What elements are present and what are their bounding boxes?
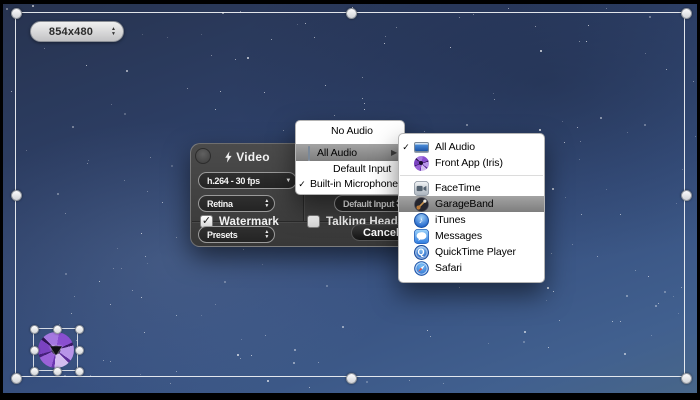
submenu-item-facetime[interactable]: FaceTime <box>399 180 544 196</box>
codec-popup[interactable]: h.264 - 30 fps ▼ <box>198 172 297 189</box>
dropdown-arrow-icon: ▼ <box>285 178 291 184</box>
submenu-arrow-icon: ▶ <box>391 148 397 157</box>
capture-size-value: 854x480 <box>31 26 111 38</box>
menu-item-no-audio[interactable]: No Audio <box>296 123 404 139</box>
quicktime-q-glyph: Q <box>418 247 425 257</box>
submenu-item-all-audio[interactable]: ✓ All Audio <box>399 139 544 155</box>
menu-separator <box>400 175 543 176</box>
talking-head-checkbox[interactable] <box>307 215 320 228</box>
facetime-icon <box>413 180 429 196</box>
audio-input-value: Default Input <box>343 199 395 209</box>
resolution-popup[interactable]: Retina ▲ ▼ <box>198 195 275 212</box>
stepper-down-icon: ▼ <box>111 32 116 37</box>
music-note-glyph: ♪ <box>419 215 423 225</box>
selection-handle-e[interactable] <box>681 190 692 201</box>
quicktime-icon: Q <box>413 244 429 260</box>
submenu-item-label: All Audio <box>435 141 475 153</box>
audio-source-menu: No Audio All Audio ▶ Default Input ✓ Bui… <box>295 120 405 195</box>
selection-handle-s[interactable] <box>346 373 357 384</box>
messages-icon <box>413 228 429 244</box>
submenu-item-quicktime[interactable]: Q QuickTime Player <box>399 244 544 260</box>
stepper-icon: ▲ ▼ <box>264 199 269 208</box>
submenu-item-garageband[interactable]: GarageBand <box>399 196 544 212</box>
cancel-label: Cancel <box>363 227 399 239</box>
capture-size-control[interactable]: 854x480 ▲ ▼ <box>30 21 124 42</box>
safari-icon <box>413 260 429 276</box>
submenu-item-label: GarageBand <box>435 198 494 210</box>
panel-title: Video <box>197 150 297 164</box>
stepper-icon: ▲ ▼ <box>264 230 269 239</box>
checkmark-icon: ✓ <box>296 179 308 190</box>
icon-handle-e[interactable] <box>75 346 84 355</box>
presets-value: Presets <box>207 230 264 240</box>
codec-value: h.264 - 30 fps <box>207 176 285 186</box>
submenu-item-itunes[interactable]: ♪ iTunes <box>399 212 544 228</box>
selection-handle-sw[interactable] <box>11 373 22 384</box>
display-icon <box>413 139 429 155</box>
selection-handle-se[interactable] <box>681 373 692 384</box>
submenu-item-label: FaceTime <box>435 182 481 194</box>
submenu-item-label: Safari <box>435 262 462 274</box>
selection-handle-nw[interactable] <box>11 8 22 19</box>
submenu-item-label: QuickTime Player <box>435 246 516 258</box>
presets-popup[interactable]: Presets ▲ ▼ <box>198 226 275 243</box>
menu-item-default-input[interactable]: Default Input <box>296 161 404 176</box>
stepper-down-icon: ▼ <box>264 204 269 209</box>
screen-recorder-ui: 854x480 ▲ ▼ Video h.264 - 30 fps ▼ Retin… <box>0 0 700 400</box>
submenu-item-front-app[interactable]: Front App (Iris) <box>399 155 544 171</box>
icon-handle-ne[interactable] <box>75 325 84 334</box>
menu-item-label: All Audio <box>317 147 357 159</box>
menu-item-all-audio[interactable]: All Audio ▶ <box>296 144 404 161</box>
play-triangle-icon <box>50 346 62 355</box>
icon-handle-se[interactable] <box>75 367 84 376</box>
size-stepper[interactable]: ▲ ▼ <box>111 27 116 36</box>
watermark-selection-box[interactable] <box>33 328 78 371</box>
lightning-icon <box>224 151 232 163</box>
submenu-item-label: Front App (Iris) <box>435 157 503 169</box>
all-audio-submenu: ✓ All Audio Front App (Iris) FaceTime <box>398 133 545 283</box>
menu-item-label: Default Input <box>333 163 391 175</box>
iris-app-icon <box>413 155 429 171</box>
menu-item-label: Built-in Microphone <box>310 178 398 190</box>
menu-item-builtin-mic[interactable]: ✓ Built-in Microphone <box>296 176 404 192</box>
icon-handle-s[interactable] <box>53 367 62 376</box>
display-icon <box>308 147 310 159</box>
icon-handle-w[interactable] <box>30 346 39 355</box>
checkmark-icon: ✓ <box>399 142 413 153</box>
audio-input-popup[interactable]: Default Input ▲ ▼ <box>334 195 406 212</box>
menu-item-label: No Audio <box>331 125 373 137</box>
panel-title-label: Video <box>236 150 269 164</box>
garageband-icon <box>413 196 429 212</box>
selection-handle-n[interactable] <box>346 8 357 19</box>
submenu-item-label: iTunes <box>435 214 466 226</box>
submenu-item-messages[interactable]: Messages <box>399 228 544 244</box>
icon-handle-nw[interactable] <box>30 325 39 334</box>
icon-handle-n[interactable] <box>53 325 62 334</box>
submenu-item-safari[interactable]: Safari <box>399 260 544 276</box>
selection-handle-ne[interactable] <box>681 8 692 19</box>
itunes-icon: ♪ <box>413 212 429 228</box>
selection-handle-w[interactable] <box>11 190 22 201</box>
submenu-item-label: Messages <box>435 230 482 242</box>
icon-handle-sw[interactable] <box>30 367 39 376</box>
stepper-down-icon: ▼ <box>264 235 269 240</box>
resolution-value: Retina <box>207 199 264 209</box>
